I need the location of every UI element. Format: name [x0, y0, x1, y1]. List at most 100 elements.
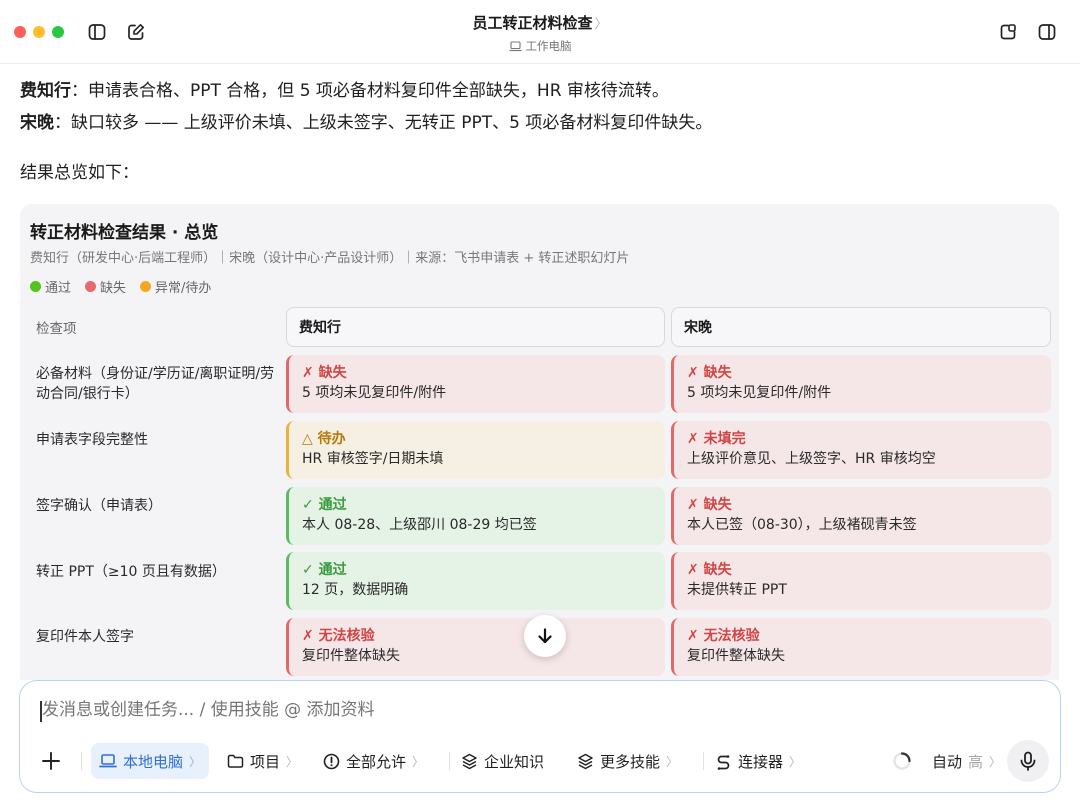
- allow-all-button[interactable]: 全部允许〉: [323, 743, 424, 779]
- employee-name: 宋晚: [20, 113, 54, 133]
- status-text: ✓ 通过: [302, 562, 347, 578]
- status-cell: ✗ 缺失 5 项均未见复印件/附件: [286, 355, 665, 413]
- column-label-check-item: 检查项: [36, 321, 77, 337]
- status-text: ✗ 缺失: [687, 562, 732, 578]
- voice-input-button[interactable]: [1007, 740, 1049, 782]
- connectors-button[interactable]: 连接器〉: [715, 743, 801, 779]
- chevron-right-icon: 〉: [666, 754, 679, 769]
- status-text: ✗ 无法核验: [687, 628, 760, 644]
- message-line-1: 费知行：申请表合格、PPT 合格，但 5 项必备材料复印件全部缺失，HR 审核待…: [20, 76, 669, 101]
- composer-toolbar: 本地电脑〉 项目〉 全部允许〉 企业知识 更多技能〉 连接器〉 自动 高 〉: [20, 740, 1060, 783]
- arrow-down-icon: [538, 628, 552, 644]
- share-icon[interactable]: [996, 20, 1020, 44]
- status-cell: ✗ 无法核验 复印件整体缺失: [286, 618, 665, 676]
- status-cell: ✗ 缺失 5 项均未见复印件/附件: [671, 355, 1051, 413]
- separator: ：: [71, 81, 88, 101]
- chevron-right-icon: 〉: [412, 754, 425, 769]
- folder-icon: [227, 754, 244, 768]
- status-text: ✗ 缺失: [687, 497, 732, 513]
- status-text: ✗ 缺失: [687, 365, 732, 381]
- message-text: 缺口较多 —— 上级评价未填、上级未签字、无转正 PPT、5 项必备材料复印件缺…: [71, 113, 713, 133]
- mode-level: 高: [968, 752, 984, 771]
- results-card: 转正材料检查结果 · 总览 费知行（研发中心·后端工程师）｜宋晚（设计中心·产品…: [20, 204, 1059, 680]
- tool-label: 全部允许: [346, 752, 407, 771]
- mode-selector[interactable]: 自动 高〉: [932, 743, 1001, 779]
- window-title-block: 员工转正材料检查〉 工作电脑: [0, 12, 1080, 54]
- status-text: ✓ 通过: [302, 497, 347, 513]
- message-composer: 本地电脑〉 项目〉 全部允许〉 企业知识 更多技能〉 连接器〉 自动: [19, 680, 1061, 793]
- legend-item-pass: 通过: [30, 277, 71, 296]
- project-button[interactable]: 项目〉: [227, 743, 298, 779]
- chevron-right-icon: 〉: [286, 754, 299, 769]
- legend-label: 缺失: [100, 281, 127, 296]
- status-detail: HR 审核签字/日期未填: [302, 451, 444, 467]
- microphone-icon: [1020, 751, 1036, 771]
- tool-label: 连接器: [738, 752, 784, 771]
- column-header-song: 宋晚: [671, 307, 1051, 347]
- status-detail: 复印件整体缺失: [687, 648, 785, 664]
- title-bar: 员工转正材料检查〉 工作电脑: [0, 0, 1080, 64]
- status-detail: 本人已签（08-30），上级褚砚青未签: [687, 517, 917, 533]
- chevron-right-icon: 〉: [594, 17, 608, 32]
- status-cell: ✗ 未填完 上级评价意见、上级签字、HR 审核均空: [671, 421, 1051, 479]
- status-detail: 上级评价意见、上级签字、HR 审核均空: [687, 451, 936, 467]
- status-text: ✗ 无法核验: [302, 628, 375, 644]
- employee-name: 费知行: [20, 81, 71, 101]
- window-title[interactable]: 员工转正材料检查〉: [0, 12, 1080, 33]
- card-title: 转正材料检查结果 · 总览: [30, 223, 219, 243]
- panel-toggle-icon[interactable]: [1035, 20, 1059, 44]
- skills-icon: [578, 753, 593, 769]
- status-cell: ✓ 通过 本人 08-28、上级邵川 08-29 均已签: [286, 487, 665, 545]
- status-cell: △ 待办 HR 审核签字/日期未填: [286, 421, 665, 479]
- tool-label: 项目: [250, 752, 281, 771]
- row-label: 复印件本人签字: [36, 629, 134, 645]
- tool-label: 本地电脑: [123, 752, 184, 771]
- message-line-2: 宋晚：缺口较多 —— 上级评价未填、上级未签字、无转正 PPT、5 项必备材料复…: [20, 108, 712, 133]
- window-subtitle: 工作电脑: [0, 38, 1080, 54]
- message-input[interactable]: [42, 700, 942, 720]
- row-label: 必备材料（身份证/学历证/离职证明/劳动合同/银行卡）: [36, 366, 275, 402]
- status-cell: ✓ 通过 12 页，数据明确: [286, 552, 665, 610]
- legend-item-missing: 缺失: [85, 277, 126, 296]
- enterprise-knowledge-button[interactable]: 企业知识: [461, 743, 544, 779]
- chevron-right-icon: 〉: [989, 754, 1002, 769]
- tool-label: 更多技能: [600, 752, 661, 771]
- status-detail: 5 项均未见复印件/附件: [302, 385, 447, 401]
- status-text: ✗ 未填完: [687, 431, 746, 447]
- legend-item-pending: 异常/待办: [140, 277, 211, 296]
- loading-spinner-icon: [892, 743, 912, 779]
- layers-icon: [462, 753, 477, 769]
- legend-label: 通过: [45, 281, 72, 296]
- status-cell: ✗ 无法核验 复印件整体缺失: [671, 618, 1051, 676]
- divider: [703, 752, 704, 770]
- row-label: 转正 PPT（≥10 页且有数据）: [36, 564, 226, 580]
- status-cell: ✗ 缺失 本人已签（08-30），上级褚砚青未签: [671, 487, 1051, 545]
- status-detail: 复印件整体缺失: [302, 648, 400, 664]
- status-detail: 本人 08-28、上级邵川 08-29 均已签: [302, 517, 537, 533]
- green-dot-icon: [30, 281, 41, 292]
- separator: ：: [54, 113, 71, 133]
- legend: 通过 缺失 异常/待办: [30, 277, 211, 296]
- divider: [81, 752, 82, 770]
- conversation-area: 费知行：申请表合格、PPT 合格，但 5 项必备材料复印件全部缺失，HR 审核待…: [0, 64, 1080, 680]
- laptop-icon: [509, 40, 521, 51]
- status-text: ✗ 缺失: [302, 365, 347, 381]
- scroll-down-button[interactable]: [524, 615, 566, 657]
- message-text: 申请表合格、PPT 合格，但 5 项必备材料复印件全部缺失，HR 审核待流转。: [88, 81, 669, 101]
- orange-dot-icon: [140, 281, 152, 292]
- summary-intro: 结果总览如下：: [20, 163, 139, 183]
- status-detail: 5 项均未见复印件/附件: [687, 385, 832, 401]
- local-computer-button[interactable]: 本地电脑〉: [91, 743, 210, 779]
- plus-icon: [42, 752, 60, 770]
- card-subtitle: 费知行（研发中心·后端工程师）｜宋晚（设计中心·产品设计师）｜来源：飞书申请表 …: [30, 251, 630, 266]
- status-detail: 12 页，数据明确: [302, 582, 409, 598]
- more-skills-button[interactable]: 更多技能〉: [577, 743, 678, 779]
- row-label: 签字确认（申请表）: [36, 498, 162, 514]
- mode-label: 自动: [932, 752, 963, 771]
- add-attachment-button[interactable]: [40, 743, 62, 779]
- status-detail: 未提供转正 PPT: [687, 582, 787, 598]
- window-subtitle-text: 工作电脑: [525, 39, 572, 53]
- red-dot-icon: [85, 281, 97, 292]
- row-label: 申请表字段完整性: [36, 432, 148, 448]
- chevron-right-icon: 〉: [189, 754, 202, 769]
